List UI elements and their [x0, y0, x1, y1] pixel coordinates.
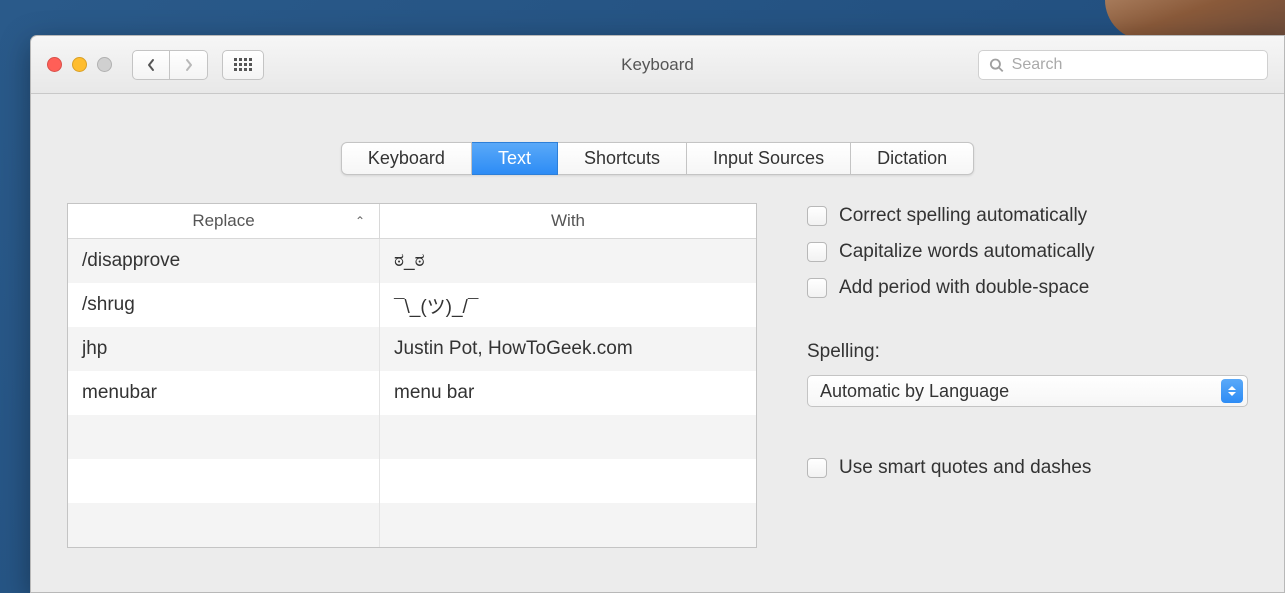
checkbox-label: Use smart quotes and dashes — [839, 457, 1091, 479]
option-correct-spelling[interactable]: Correct spelling automatically — [807, 205, 1248, 227]
segmented-tabs: Keyboard Text Shortcuts Input Sources Di… — [341, 142, 974, 175]
select-value: Automatic by Language — [820, 381, 1009, 402]
cell-empty — [380, 503, 756, 547]
cell-empty — [68, 415, 380, 459]
cell-empty — [68, 459, 380, 503]
cell-empty — [380, 415, 756, 459]
column-header-with[interactable]: With — [380, 204, 756, 238]
table-row[interactable]: /shrug ¯\_(ツ)_/¯ — [68, 283, 756, 327]
table-body: /disapprove ಠ_ಠ /shrug ¯\_(ツ)_/¯ jhp Jus… — [68, 239, 756, 547]
table-row[interactable]: /disapprove ಠ_ಠ — [68, 239, 756, 283]
column-header-with-label: With — [551, 211, 585, 231]
cell-empty — [380, 459, 756, 503]
options-panel: Correct spelling automatically Capitaliz… — [807, 203, 1248, 548]
content-area: Replace ⌃ With /disapprove ಠ_ಠ /shrug ¯\… — [31, 203, 1284, 548]
cell-replace: menubar — [68, 371, 380, 415]
cell-with: menu bar — [380, 371, 756, 415]
option-smart-quotes[interactable]: Use smart quotes and dashes — [807, 457, 1248, 479]
cell-with: Justin Pot, HowToGeek.com — [380, 327, 756, 371]
table-row[interactable]: menubar menu bar — [68, 371, 756, 415]
grid-icon — [234, 58, 252, 71]
search-field[interactable] — [978, 50, 1268, 80]
table-row-empty[interactable] — [68, 503, 756, 547]
forward-button — [170, 50, 208, 80]
checkbox-label: Correct spelling automatically — [839, 205, 1087, 227]
option-capitalize-words[interactable]: Capitalize words automatically — [807, 241, 1248, 263]
close-button[interactable] — [47, 57, 62, 72]
back-button[interactable] — [132, 50, 170, 80]
cell-with: ¯\_(ツ)_/¯ — [380, 283, 756, 327]
chevron-right-icon — [184, 58, 194, 72]
cell-replace: /disapprove — [68, 239, 380, 283]
tab-input-sources[interactable]: Input Sources — [687, 142, 851, 175]
tab-dictation[interactable]: Dictation — [851, 142, 974, 175]
replacements-table: Replace ⌃ With /disapprove ಠ_ಠ /shrug ¯\… — [67, 203, 757, 548]
column-header-replace-label: Replace — [192, 211, 254, 231]
cell-empty — [68, 503, 380, 547]
checkbox[interactable] — [807, 278, 827, 298]
checkbox[interactable] — [807, 206, 827, 226]
preferences-window: Keyboard Keyboard Text Shortcuts Input S… — [30, 35, 1285, 593]
titlebar: Keyboard — [31, 36, 1284, 94]
desktop-background-rock — [1105, 0, 1285, 40]
cell-replace: /shrug — [68, 283, 380, 327]
checkbox[interactable] — [807, 242, 827, 262]
select-arrows-icon — [1221, 379, 1243, 403]
table-row[interactable]: jhp Justin Pot, HowToGeek.com — [68, 327, 756, 371]
table-row-empty[interactable] — [68, 459, 756, 503]
zoom-button — [97, 57, 112, 72]
chevron-left-icon — [146, 58, 156, 72]
search-icon — [989, 57, 1004, 73]
cell-replace: jhp — [68, 327, 380, 371]
sort-indicator-icon: ⌃ — [355, 214, 365, 228]
tabs-row: Keyboard Text Shortcuts Input Sources Di… — [31, 94, 1284, 203]
tab-keyboard[interactable]: Keyboard — [341, 142, 472, 175]
minimize-button[interactable] — [72, 57, 87, 72]
option-add-period[interactable]: Add period with double-space — [807, 277, 1248, 299]
column-header-replace[interactable]: Replace ⌃ — [68, 204, 380, 238]
tab-shortcuts[interactable]: Shortcuts — [558, 142, 687, 175]
checkbox[interactable] — [807, 458, 827, 478]
tab-text[interactable]: Text — [472, 142, 558, 175]
table-header: Replace ⌃ With — [68, 204, 756, 239]
nav-buttons — [132, 50, 208, 80]
table-row-empty[interactable] — [68, 415, 756, 459]
show-all-button[interactable] — [222, 50, 264, 80]
spelling-label: Spelling: — [807, 341, 1248, 363]
spelling-select[interactable]: Automatic by Language — [807, 375, 1248, 407]
traffic-lights — [47, 57, 112, 72]
checkbox-label: Add period with double-space — [839, 277, 1089, 299]
checkbox-label: Capitalize words automatically — [839, 241, 1095, 263]
search-input[interactable] — [1012, 56, 1257, 74]
cell-with: ಠ_ಠ — [380, 239, 756, 283]
